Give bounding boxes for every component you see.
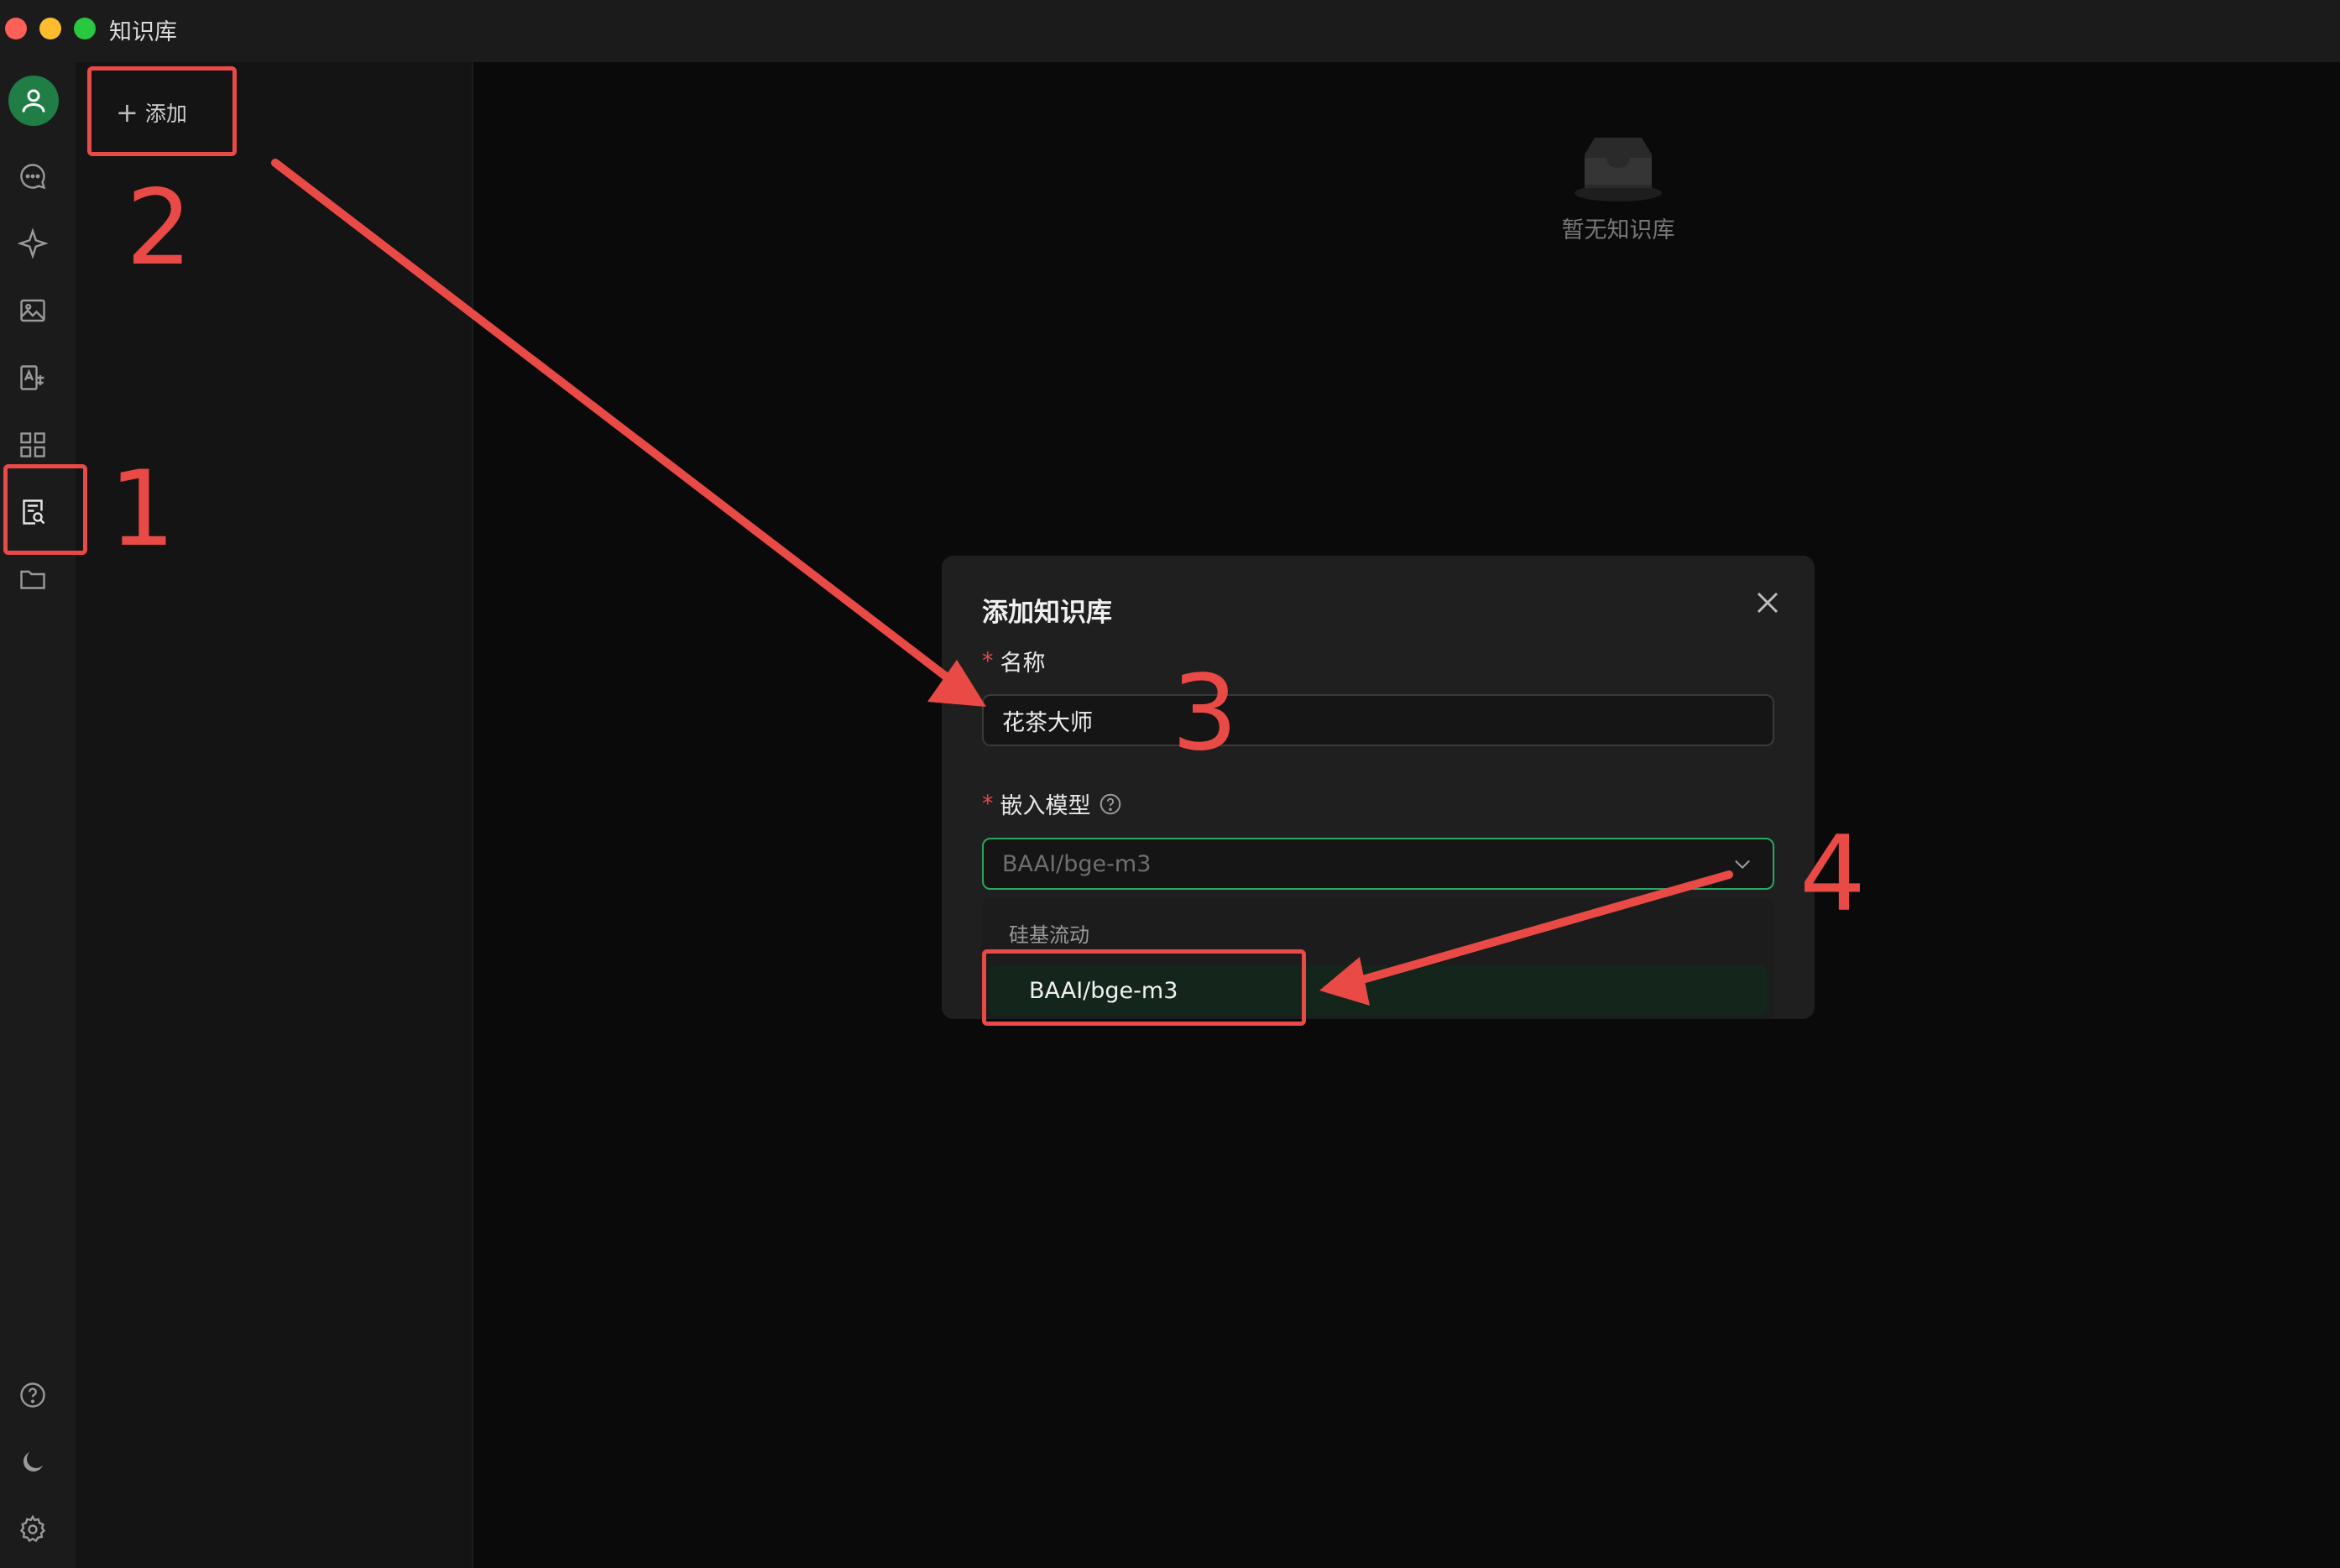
name-input[interactable] xyxy=(982,694,1774,746)
name-label-text: 名称 xyxy=(1000,651,1046,677)
user-icon xyxy=(22,89,45,112)
sidebar-item-settings[interactable] xyxy=(16,1513,50,1546)
name-field-label: * 名称 xyxy=(982,645,1046,677)
minimize-window-button[interactable] xyxy=(39,18,61,39)
dialog-title: 添加知识库 xyxy=(982,598,1112,628)
step-number-1: 1 xyxy=(109,449,175,570)
dialog-close-button[interactable] xyxy=(1749,584,1786,621)
sidebar-item-agents[interactable] xyxy=(16,227,50,260)
model-label-text: 嵌入模型 xyxy=(1000,793,1091,819)
embedding-model-select[interactable]: BAAI/bge-m3 xyxy=(982,838,1774,890)
image-icon xyxy=(20,299,45,322)
window-title: 知识库 xyxy=(109,19,177,45)
step-number-2: 2 xyxy=(126,168,192,289)
title-bar: 知识库 xyxy=(0,0,2340,62)
maximize-window-button[interactable] xyxy=(74,18,96,39)
sidebar-item-chat[interactable] xyxy=(16,159,50,193)
sidebar-item-apps[interactable] xyxy=(16,428,50,462)
select-value: BAAI/bge-m3 xyxy=(1002,850,1152,877)
chat-icon xyxy=(20,164,46,190)
translate-icon xyxy=(20,365,44,390)
chevron-down-icon xyxy=(1735,860,1750,870)
annotation-box-step-4 xyxy=(982,949,1306,1026)
annotation-box-step-1 xyxy=(3,464,87,555)
help-icon xyxy=(20,1382,45,1408)
apps-icon xyxy=(20,432,45,457)
settings-icon xyxy=(19,1514,46,1543)
close-icon xyxy=(1757,592,1779,614)
moon-icon xyxy=(23,1452,43,1472)
sidebar-item-translate[interactable] xyxy=(16,361,50,395)
sidebar-item-images[interactable] xyxy=(16,294,50,327)
folder-icon xyxy=(20,570,45,589)
required-marker: * xyxy=(982,648,994,674)
required-marker: * xyxy=(982,791,994,817)
empty-state-label: 暂无知识库 xyxy=(1561,217,1675,243)
sidebar xyxy=(0,62,76,1568)
sparkle-icon xyxy=(18,228,48,259)
avatar[interactable] xyxy=(8,76,59,126)
step-number-3: 3 xyxy=(1172,653,1238,774)
sidebar-item-help[interactable] xyxy=(16,1378,50,1412)
close-window-button[interactable] xyxy=(5,18,27,39)
sidebar-item-theme[interactable] xyxy=(16,1445,50,1479)
annotation-box-step-2 xyxy=(87,66,237,156)
empty-inbox-icon xyxy=(1575,138,1662,201)
help-icon[interactable] xyxy=(1098,792,1123,817)
dropdown-group-label: 硅基流动 xyxy=(1009,923,1089,947)
model-field-label: * 嵌入模型 xyxy=(982,787,1123,820)
step-number-4: 4 xyxy=(1799,814,1866,935)
empty-state: 暂无知识库 xyxy=(1534,134,1702,244)
sidebar-item-files[interactable] xyxy=(16,562,50,596)
